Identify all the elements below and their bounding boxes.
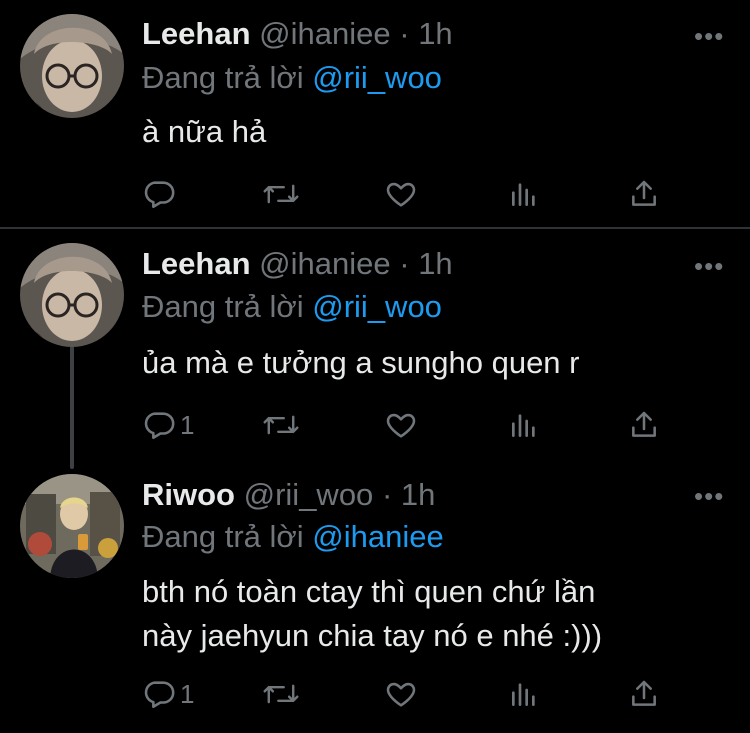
replying-to-label: Đang trả lời [142,60,304,95]
share-icon [632,680,656,706]
reply-button[interactable]: 1 [142,674,194,714]
share-icon [632,180,656,206]
timestamp[interactable]: 1h [418,246,452,281]
tweet-header: Leehan @ihaniee · 1h [142,16,453,52]
avatar[interactable] [20,243,124,347]
separator-dot: · [399,16,410,51]
share-button[interactable] [628,405,660,445]
replying-to: Đang trả lời @rii_woo [142,289,442,325]
tweet-header: Leehan @ihaniee · 1h [142,246,453,282]
retweet-button[interactable] [262,674,300,714]
views-button[interactable] [508,174,540,214]
timestamp[interactable]: 1h [418,16,452,51]
reply-icon [144,681,175,709]
tweet-text: ủa mà e tưởng a sungho quen r [142,345,580,380]
user-handle[interactable]: @ihaniee [259,16,390,51]
mention-link[interactable]: @rii_woo [312,60,442,95]
tweet-header: Riwoo @rii_woo · 1h [142,477,435,513]
avatar[interactable] [20,14,124,118]
like-button[interactable] [384,174,418,214]
like-icon [386,182,416,207]
views-icon [512,183,535,206]
replying-to-label: Đang trả lời [142,519,304,554]
tweet-1[interactable]: Leehan @ihaniee · 1h ••• Đang trả lời @r… [0,0,750,228]
reply-button[interactable]: 1 [142,405,194,445]
share-icon [632,411,656,437]
user-handle[interactable]: @rii_woo [244,477,374,512]
reply-icon [144,412,175,440]
retweet-button[interactable] [262,174,300,214]
more-options-icon[interactable]: ••• [694,253,724,279]
retweet-icon [263,184,299,204]
mention-link[interactable]: @rii_woo [312,289,442,324]
reply-button[interactable] [142,174,180,214]
action-bar [0,174,750,214]
retweet-button[interactable] [262,405,300,445]
like-button[interactable] [384,405,418,445]
views-icon [512,414,535,437]
tweet-text: à nữa hả [142,114,267,149]
more-options-icon[interactable]: ••• [694,23,724,49]
tweet-text: bth nó toàn ctay thì quen chứ lần này ja… [142,574,603,653]
views-button[interactable] [508,405,540,445]
separator-dot: · [381,477,393,512]
views-icon [512,683,535,706]
like-icon [386,413,416,438]
reply-icon [144,181,175,209]
like-button[interactable] [384,674,418,714]
share-button[interactable] [628,174,660,214]
action-bar: 1 [0,405,750,445]
reply-count: 1 [180,409,195,440]
more-options-icon[interactable]: ••• [694,483,724,509]
views-button[interactable] [508,674,540,714]
replying-to: Đang trả lời @rii_woo [142,60,442,96]
retweet-icon [263,415,299,435]
replying-to-label: Đang trả lời [142,289,304,324]
display-name[interactable]: Leehan [142,16,251,51]
retweet-icon [263,684,299,704]
tweet-3[interactable]: Riwoo @rii_woo · 1h ••• Đang trả lời @ih… [0,468,750,733]
display-name[interactable]: Leehan [142,246,251,281]
share-button[interactable] [628,674,660,714]
mention-link[interactable]: @ihaniee [312,519,443,554]
like-icon [386,682,416,707]
avatar[interactable] [20,474,124,578]
action-bar: 1 [0,674,750,714]
timestamp[interactable]: 1h [401,477,435,512]
tweet-2[interactable]: Leehan @ihaniee · 1h ••• Đang trả lời @r… [0,229,750,469]
replying-to: Đang trả lời @ihaniee [142,519,444,555]
separator-dot: · [399,246,410,281]
display-name[interactable]: Riwoo [142,477,235,512]
user-handle[interactable]: @ihaniee [259,246,390,281]
reply-count: 1 [180,678,195,709]
